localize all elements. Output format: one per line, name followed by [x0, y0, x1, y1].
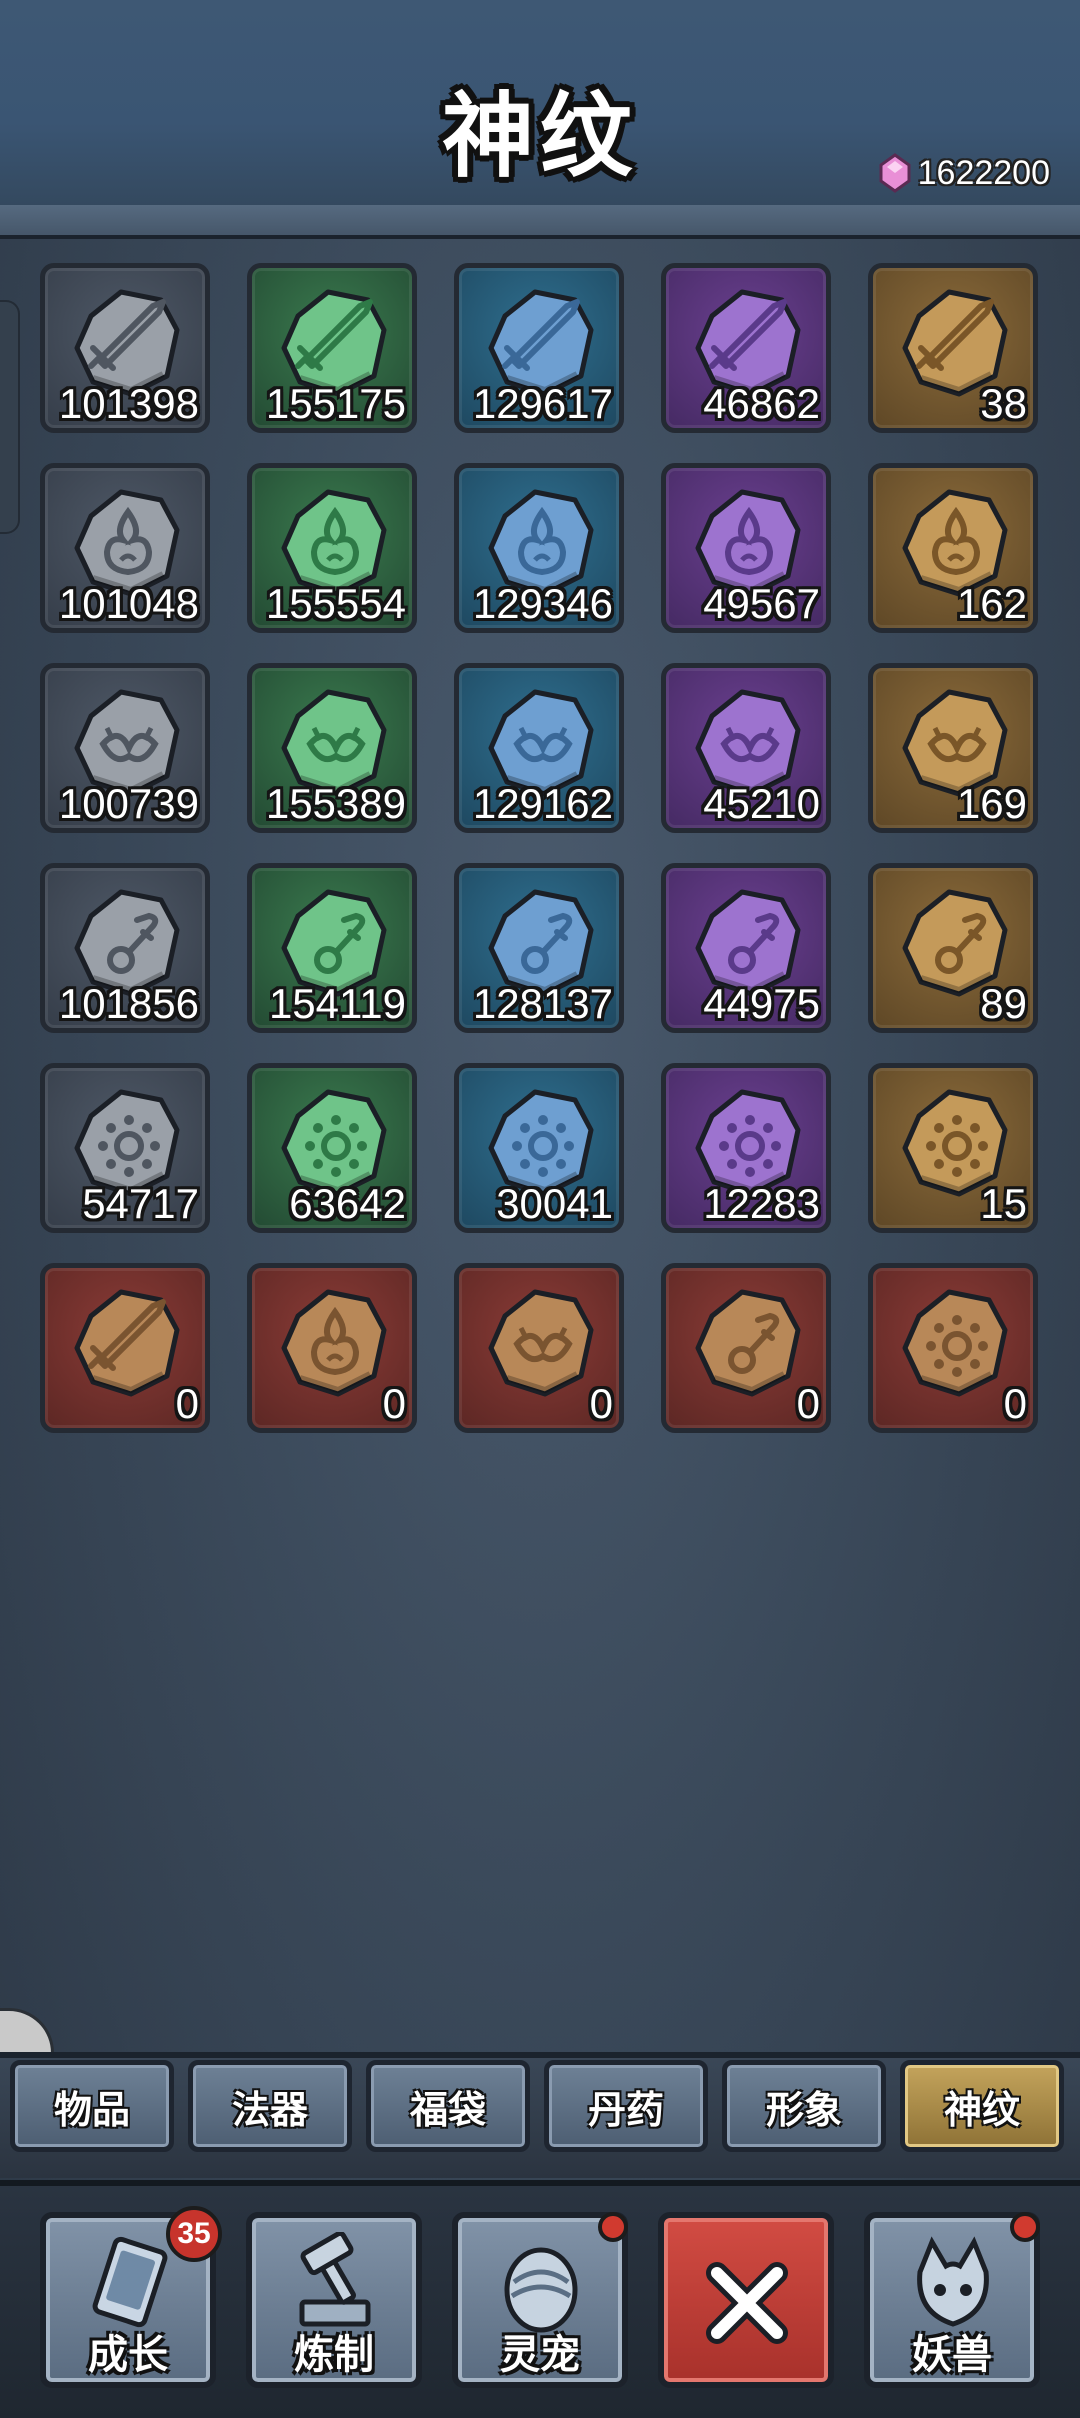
rune-count: 128137: [472, 980, 613, 1027]
rune-count: 89: [980, 980, 1027, 1027]
bottom-nav-buttons: 35 成长 炼制 灵宠 妖兽: [40, 2206, 1040, 2388]
rune-count: 129346: [472, 580, 613, 627]
rune-slot[interactable]: 0: [661, 1263, 831, 1433]
side-drawer-handle[interactable]: [0, 300, 20, 534]
growth-badge: 35: [166, 2206, 222, 2262]
rune-count: 0: [382, 1380, 406, 1427]
tab-items[interactable]: 物品: [10, 2060, 174, 2152]
rune-slot[interactable]: 155389: [247, 663, 417, 833]
rune-count: 15: [980, 1180, 1027, 1227]
rune-count: 30041: [496, 1180, 613, 1227]
rune-count: 100739: [58, 780, 199, 827]
forge-label: 炼制: [294, 2331, 374, 2378]
pet-notification-dot: [598, 2212, 628, 2242]
rune-count: 169: [956, 780, 1027, 827]
rune-slot[interactable]: 129617: [454, 263, 624, 433]
sword-rune-icon: [74, 1289, 180, 1397]
rune-slot[interactable]: 155554: [247, 463, 417, 633]
growth-label: 成长: [88, 2331, 168, 2378]
rune-slot[interactable]: 0: [868, 1263, 1038, 1433]
rune-grid: 101398 155175 129617 46862 38 101048 155554 129…: [40, 263, 1038, 1433]
rune-count: 155554: [265, 580, 406, 627]
rune-count: 101048: [58, 580, 199, 627]
rune-slot[interactable]: 46862: [661, 263, 831, 433]
rune-slot[interactable]: 101048: [40, 463, 210, 633]
rune-count: 155389: [265, 780, 406, 827]
pet-button[interactable]: 灵宠: [452, 2212, 628, 2388]
rune-count: 101398: [58, 380, 199, 427]
currency-display: 1622200: [878, 150, 1050, 196]
rune-count: 54717: [82, 1180, 199, 1227]
rune-slot[interactable]: 0: [247, 1263, 417, 1433]
rune-count: 162: [956, 580, 1027, 627]
currency-value: 1622200: [917, 153, 1050, 192]
pink-gem-icon: [879, 153, 911, 193]
rune-count: 0: [589, 1380, 613, 1427]
rune-count: 155175: [265, 380, 406, 427]
rune-count: 101856: [58, 980, 199, 1027]
growth-button[interactable]: 35 成长: [40, 2206, 222, 2388]
rune-slot[interactable]: 44975: [661, 863, 831, 1033]
rune-slot[interactable]: 162: [868, 463, 1038, 633]
tab-pills[interactable]: 丹药: [544, 2060, 708, 2152]
rune-slot[interactable]: 101398: [40, 263, 210, 433]
rune-slot[interactable]: 45210: [661, 663, 831, 833]
rune-count: 38: [980, 380, 1027, 427]
beast-button[interactable]: 妖兽: [864, 2212, 1040, 2388]
rune-slot[interactable]: 155175: [247, 263, 417, 433]
rune-count: 0: [1003, 1380, 1027, 1427]
rune-slot[interactable]: 154119: [247, 863, 417, 1033]
rune-slot[interactable]: 12283: [661, 1063, 831, 1233]
tab-artifacts[interactable]: 法器: [188, 2060, 352, 2152]
rune-slot[interactable]: 128137: [454, 863, 624, 1033]
rune-slot[interactable]: 38: [868, 263, 1038, 433]
rune-slot[interactable]: 49567: [661, 463, 831, 633]
rune-count: 154119: [268, 980, 406, 1027]
rune-count: 44975: [703, 980, 820, 1027]
rune-slot[interactable]: 15: [868, 1063, 1038, 1233]
tab-lucky-bags[interactable]: 福袋: [366, 2060, 530, 2152]
rune-count: 12283: [703, 1180, 820, 1227]
beast-label: 妖兽: [912, 2331, 992, 2378]
close-button[interactable]: [658, 2212, 834, 2388]
header-rail: [0, 205, 1080, 239]
category-tabs: 物品 法器 福袋 丹药 形象 神纹: [10, 2060, 1064, 2152]
sun-rune-icon: [902, 1289, 1008, 1397]
rune-slot[interactable]: 0: [40, 1263, 210, 1433]
key-rune-icon: [695, 1289, 801, 1397]
rune-count: 0: [796, 1380, 820, 1427]
close-x-icon: [706, 2262, 788, 2344]
beast-notification-dot: [1010, 2212, 1040, 2242]
rune-count: 49567: [703, 580, 820, 627]
flame-rune-icon: [281, 1289, 387, 1397]
rune-count: 46862: [703, 380, 820, 427]
rune-slot[interactable]: 0: [454, 1263, 624, 1433]
tab-appearance[interactable]: 形象: [722, 2060, 886, 2152]
rune-slot[interactable]: 101856: [40, 863, 210, 1033]
tab-runes[interactable]: 神纹: [900, 2060, 1064, 2152]
rune-slot[interactable]: 100739: [40, 663, 210, 833]
rune-slot[interactable]: 169: [868, 663, 1038, 833]
rune-slot[interactable]: 129346: [454, 463, 624, 633]
rune-slot[interactable]: 30041: [454, 1063, 624, 1233]
rune-slot[interactable]: 54717: [40, 1063, 210, 1233]
rune-count: 0: [175, 1380, 199, 1427]
rune-count: 129162: [472, 780, 613, 827]
rune-count: 129617: [472, 380, 613, 427]
rune-count: 63642: [289, 1180, 406, 1227]
header-bar: 神纹 1622200: [0, 0, 1080, 211]
rune-count: 45210: [703, 780, 820, 827]
rune-slot[interactable]: 129162: [454, 663, 624, 833]
rune-slot[interactable]: 89: [868, 863, 1038, 1033]
forge-button[interactable]: 炼制: [246, 2212, 422, 2388]
pet-label: 灵宠: [500, 2331, 580, 2378]
wing-rune-icon: [488, 1289, 594, 1397]
rune-slot[interactable]: 63642: [247, 1063, 417, 1233]
